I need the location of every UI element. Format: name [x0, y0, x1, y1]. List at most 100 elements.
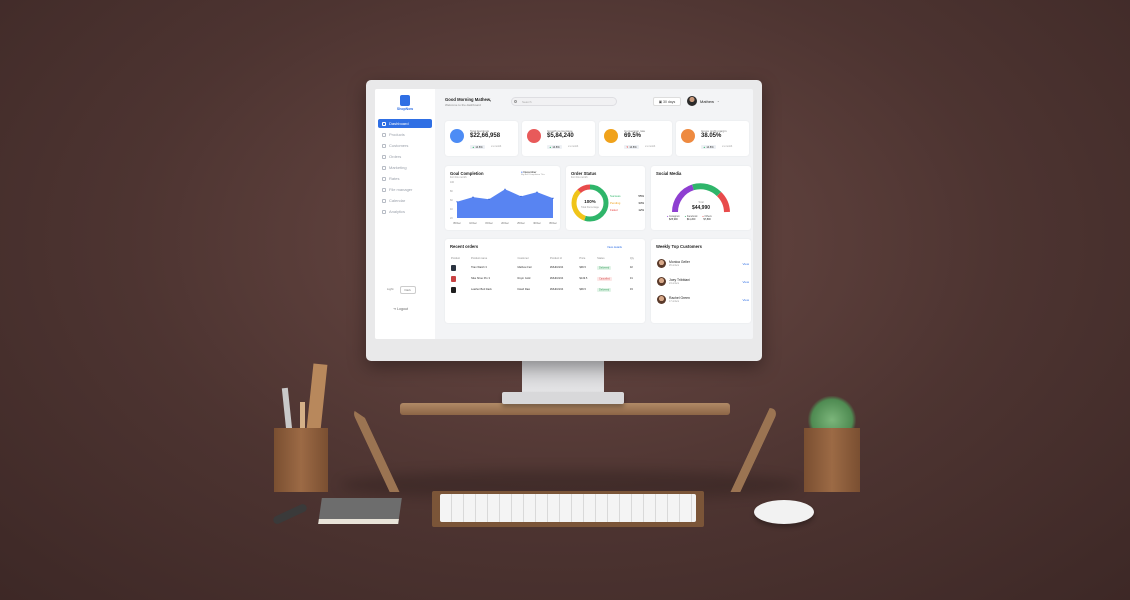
view-customer-button[interactable]: View: [743, 280, 749, 284]
users-icon: [382, 143, 386, 148]
pencil: [300, 402, 305, 430]
theme-dark-option[interactable]: Dark: [399, 286, 416, 294]
search-input[interactable]: Search: [511, 97, 617, 106]
theme-toggle[interactable]: Light Dark: [383, 286, 416, 294]
avatar: [657, 295, 666, 304]
product-thumbnail: [451, 262, 471, 273]
table-row[interactable]: Nike Shoe Pro 3 Ruyin Gold #MHD2234 $149…: [451, 273, 639, 284]
growth-chart-icon: [527, 129, 541, 143]
x-tick-label: 05 Dec: [549, 222, 557, 225]
orders-table: Product Product name Customer Product id…: [451, 255, 639, 295]
product-name: Leather Belt black: [471, 288, 492, 291]
pen-holder: [274, 428, 328, 492]
sidebar-item-products[interactable]: Products: [378, 130, 432, 139]
bulb-icon: [604, 129, 618, 143]
user-menu[interactable]: Mathew ⌄: [687, 96, 720, 106]
goal-completion-panel: Goal Completion For this month ● Decembe…: [445, 166, 560, 230]
order-status-donut: 100% Total Percentage: [571, 184, 609, 222]
pen: [281, 387, 293, 431]
logout-button[interactable]: ⇥ Logout: [393, 307, 408, 311]
kpi-change: 14.8%: [706, 145, 714, 149]
sidebar-item-customers[interactable]: Customers: [378, 141, 432, 150]
customer-name: David Raw: [517, 288, 531, 291]
top-customers-panel: Weekly Top Customers Monica Geller 26 ord…: [651, 239, 751, 323]
sidebar-item-label: Analytics: [389, 209, 406, 214]
y-tick-label: 100: [450, 181, 455, 184]
brand-logo[interactable]: ShopNow: [395, 95, 415, 111]
view-customer-button[interactable]: View: [743, 298, 749, 302]
sidebar-item-label: Dashboard: [389, 121, 409, 126]
theme-light-option[interactable]: Light: [383, 286, 398, 294]
megaphone-icon: [382, 165, 386, 170]
kpi-card-profit: Gross profit margin 38.05% ▲ 14.8% v.s m…: [676, 121, 749, 156]
column-header: Customer: [517, 257, 529, 260]
panel-title: Recent orders: [450, 244, 479, 249]
customer-info: Joey Tribbiani 24 orders: [669, 278, 690, 285]
data-point: [488, 198, 490, 200]
sidebar-item-label: Calendar: [389, 198, 406, 203]
view-customer-button[interactable]: View: [743, 262, 749, 266]
y-tick-label: 60: [450, 199, 453, 202]
panel-title: Social Media: [656, 171, 682, 176]
status-cell: Cancelled: [597, 273, 630, 284]
sidebar-item-analytics[interactable]: Analytics: [378, 207, 432, 216]
gauge-segment-facebook: [692, 183, 722, 197]
panel-subtitle: For this month: [571, 176, 588, 179]
belt-icon: [451, 286, 456, 293]
date-range-select[interactable]: ▣ 30 days: [653, 97, 681, 106]
price: $149.5: [579, 277, 588, 280]
sidebar-item-calendar[interactable]: Calendar: [378, 196, 432, 205]
list-item[interactable]: Rachel Green 17 orders View: [657, 295, 749, 304]
sidebar-item-file-manager[interactable]: File manager: [378, 185, 432, 194]
date-range-label: 30 days: [663, 100, 676, 104]
recent-orders-panel: Recent orders View details Product Produ…: [445, 239, 645, 323]
legend-value: 12%: [638, 208, 644, 212]
chart-icon: [382, 209, 386, 214]
list-item[interactable]: Joey Tribbiani 24 orders View: [657, 277, 749, 286]
customer-orders: 26 orders: [669, 264, 680, 267]
brand-name: ShopNow: [396, 107, 414, 111]
table-row[interactable]: Leather Belt black David Raw #MHD2234 $9…: [451, 284, 639, 295]
sidebar: ShopNow Dashboard Products Customers Ord…: [375, 89, 435, 339]
sidebar-item-label: Products: [389, 132, 405, 137]
legend-value: $7,800: [703, 218, 711, 221]
legend-value: $25,990: [669, 218, 678, 221]
column-header: Product name: [471, 257, 488, 260]
sidebar-item-orders[interactable]: Orders: [378, 152, 432, 161]
kpi-change-badge: ▲ 14.8%: [470, 145, 485, 149]
kpi-change: 14.8%: [629, 145, 637, 149]
status-badge: Cancelled: [597, 276, 612, 281]
kpi-value: $5,84,240: [547, 133, 574, 139]
marker-pen: [271, 502, 309, 526]
customer-name: Ruyin Gold: [517, 277, 531, 280]
kpi-note: v.s month: [645, 145, 656, 148]
view-details-link[interactable]: View details: [607, 245, 622, 249]
y-tick-label: 20: [450, 217, 453, 220]
sidebar-item-rates[interactable]: Rates: [378, 174, 432, 183]
donut-center-value: 100%: [584, 199, 596, 204]
monitor-riser: [400, 403, 730, 415]
column-header: Product: [451, 257, 460, 260]
legend-label: Pending: [610, 201, 621, 205]
table-row[interactable]: Titan Watch 3 Mathew Farr #MHD2234 $99.5…: [451, 262, 639, 273]
calendar-icon: [382, 198, 386, 203]
kpi-change-badge: ▲ 14.8%: [547, 145, 562, 149]
order-status-panel: Order Status For this month 100% Total P…: [566, 166, 645, 230]
succulent-plant: [808, 396, 856, 430]
sidebar-nav: Dashboard Products Customers Orders Mark…: [378, 119, 432, 218]
star-icon: [382, 176, 386, 181]
mouse: [754, 500, 814, 524]
legend-item-instagram: ● Instagram $25,990: [667, 215, 680, 221]
legend-value: 33%: [638, 201, 644, 205]
product-name: Nike Shoe Pro 3: [471, 277, 490, 280]
greeting-subtitle: Welcome to the dashboard: [445, 103, 481, 107]
kpi-change-badge: ▼ 14.8%: [624, 145, 639, 149]
kpi-value: $22,66,958: [470, 133, 501, 139]
sidebar-item-dashboard[interactable]: Dashboard: [378, 119, 432, 128]
kpi-card-growth: Growth percentage $5,84,240 ▲ 14.8% v.s …: [522, 121, 595, 156]
list-item[interactable]: Monica Geller 26 orders View: [657, 259, 749, 268]
sidebar-item-marketing[interactable]: Marketing: [378, 163, 432, 172]
data-point: [536, 191, 538, 193]
chevron-down-icon: ⌄: [717, 99, 720, 103]
legend-item-others: ● Others $7,800: [702, 215, 711, 221]
